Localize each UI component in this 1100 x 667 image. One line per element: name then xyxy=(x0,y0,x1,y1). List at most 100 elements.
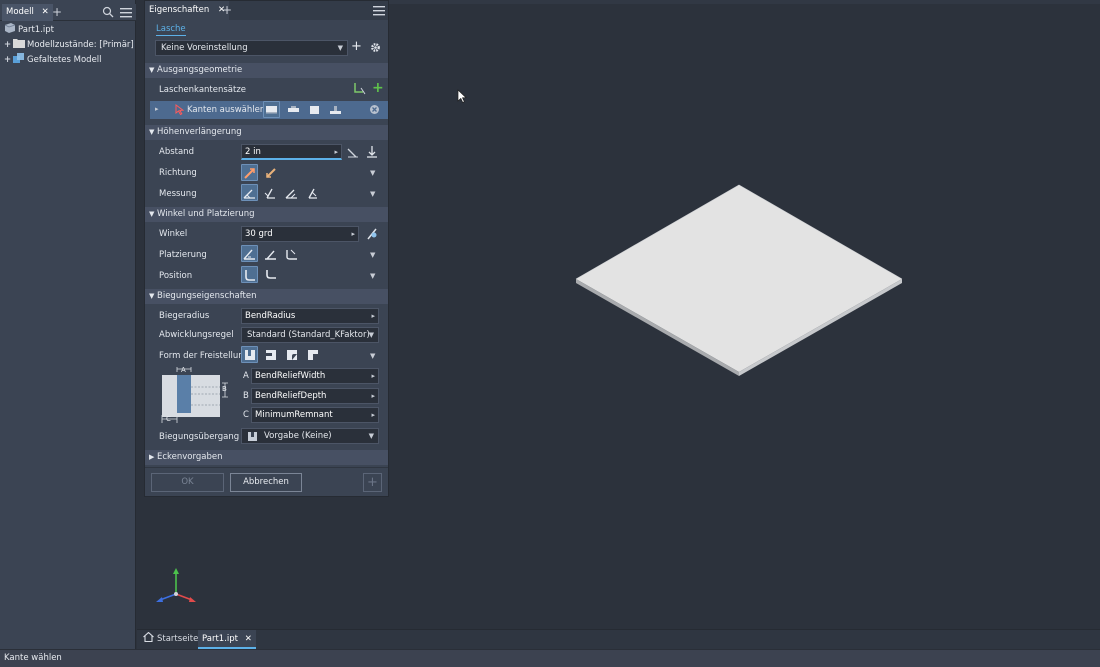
param-b-letter: B xyxy=(243,391,249,401)
chevron-right-icon[interactable]: ▸ xyxy=(371,389,375,403)
section-corner[interactable]: ▶ Eckenvorgaben xyxy=(145,450,388,465)
param-c-value: MinimumRemnant xyxy=(255,410,333,420)
expand-icon[interactable]: + xyxy=(4,53,13,67)
collapse-icon: ▼ xyxy=(149,292,155,300)
select-arrow-icon xyxy=(175,104,185,116)
chevron-right-icon[interactable]: ▸ xyxy=(371,309,375,323)
chevron-right-icon[interactable]: ▸ xyxy=(334,145,338,159)
preset-dropdown[interactable]: Keine Voreinstellung ▼ xyxy=(155,40,348,56)
chevron-down-icon: ▼ xyxy=(368,331,374,339)
gear-icon[interactable] xyxy=(370,42,381,53)
chevron-down-icon[interactable]: ▼ xyxy=(370,352,375,360)
measure-distance-icon[interactable] xyxy=(347,146,359,158)
angle-reference-icon[interactable] xyxy=(366,227,378,240)
tree-item-model-states[interactable]: + Modellzustände: [Primär] xyxy=(4,38,134,52)
position-2-icon[interactable] xyxy=(262,266,279,283)
measure-2-icon[interactable] xyxy=(262,184,279,201)
expand-icon[interactable]: + xyxy=(4,38,13,52)
flip-side-icon[interactable] xyxy=(366,146,378,158)
bend-radius-label: Biegeradius xyxy=(159,311,210,321)
status-text: Kante wählen xyxy=(4,653,62,663)
chevron-down-icon[interactable]: ▼ xyxy=(370,169,375,177)
graphics-viewport[interactable] xyxy=(389,4,1100,629)
chevron-right-icon[interactable]: ▸ xyxy=(351,227,355,241)
clear-selection-icon[interactable] xyxy=(369,104,380,115)
measure-4-icon[interactable] xyxy=(304,184,321,201)
tab-home[interactable]: Startseite xyxy=(139,630,202,649)
expand-icon[interactable]: ▸ xyxy=(155,105,159,113)
add-edge-set-icon[interactable]: + xyxy=(372,80,384,96)
collapse-icon: ▼ xyxy=(149,128,155,136)
chevron-down-icon[interactable]: ▼ xyxy=(370,190,375,198)
loop-mode-icon[interactable] xyxy=(285,101,302,118)
section-height-extent[interactable]: ▼ Höhenverlängerung xyxy=(145,125,388,140)
apply-add-icon[interactable]: + xyxy=(363,473,382,492)
section-input-geometry[interactable]: ▼ Ausgangsgeometrie xyxy=(145,63,388,78)
tab-model-label: Modell xyxy=(6,7,34,17)
chevron-right-icon[interactable]: ▸ xyxy=(371,369,375,383)
relief-shape-3-icon[interactable] xyxy=(283,346,300,363)
search-icon[interactable] xyxy=(102,6,114,18)
tree-item-part[interactable]: Part1.ipt xyxy=(4,23,54,37)
measure-1-icon[interactable] xyxy=(241,184,258,201)
expand-icon: ▶ xyxy=(149,453,155,461)
add-preset-icon[interactable]: + xyxy=(351,39,362,55)
tree-item-folded-model[interactable]: + Gefaltetes Modell xyxy=(4,53,102,67)
relief-shape-4-icon[interactable] xyxy=(304,346,321,363)
placement-2-icon[interactable] xyxy=(262,245,279,262)
diagram-label-a: A xyxy=(181,366,186,374)
unfold-rule-label: Abwicklungsregel xyxy=(159,330,234,340)
placement-3-icon[interactable] xyxy=(283,245,300,262)
close-icon[interactable]: ✕ xyxy=(245,634,252,644)
param-b-input[interactable]: BendReliefDepth ▸ xyxy=(251,388,379,404)
select-edges-row[interactable]: ▸ Kanten auswählen xyxy=(150,101,388,119)
add-tab-icon[interactable]: + xyxy=(222,1,232,20)
placement-1-icon[interactable] xyxy=(241,245,258,262)
chevron-down-icon[interactable]: ▼ xyxy=(370,251,375,259)
distance-input[interactable]: 2 in ▸ xyxy=(241,144,342,160)
chevron-down-icon[interactable]: ▼ xyxy=(370,272,375,280)
close-icon[interactable]: ✕ xyxy=(42,7,49,17)
tab-part1-label: Part1.ipt xyxy=(202,634,238,644)
chevron-right-icon[interactable]: ▸ xyxy=(371,408,375,422)
transition-icon xyxy=(247,431,258,442)
folder-icon xyxy=(13,38,25,48)
param-c-input[interactable]: MinimumRemnant ▸ xyxy=(251,407,379,423)
direction-2-icon[interactable] xyxy=(262,164,279,181)
ok-button[interactable]: OK xyxy=(151,473,224,492)
relief-shape-1-icon[interactable] xyxy=(241,346,258,363)
measure-3-icon[interactable] xyxy=(283,184,300,201)
bend-transition-dropdown[interactable]: Vorgabe (Keine) ▼ xyxy=(241,428,379,444)
edge-set-icon[interactable] xyxy=(353,82,367,95)
face-mode-icon[interactable] xyxy=(306,101,323,118)
section-bend-properties[interactable]: ▼ Biegungseigenschaften xyxy=(145,289,388,304)
param-b-value: BendReliefDepth xyxy=(255,391,327,401)
section-angle-placement[interactable]: ▼ Winkel und Platzierung xyxy=(145,207,388,222)
edge-sets-label: Laschenkantensätze xyxy=(159,85,247,95)
param-a-letter: A xyxy=(243,371,249,381)
menu-icon[interactable] xyxy=(120,7,132,18)
cancel-button[interactable]: Abbrechen xyxy=(230,473,302,492)
unfold-rule-dropdown[interactable]: Standard (Standard_KFaktor) ▼ xyxy=(241,327,379,343)
tab-model[interactable]: Modell ✕ xyxy=(2,4,53,21)
angle-input[interactable]: 30 grd ▸ xyxy=(241,226,359,242)
tree-item-label: Part1.ipt xyxy=(18,25,54,35)
sheet-metal-plate[interactable] xyxy=(389,4,1100,629)
section-title: Winkel und Platzierung xyxy=(157,209,255,219)
direction-1-icon[interactable] xyxy=(241,164,258,181)
tab-properties[interactable]: Eigenschaften ✕ xyxy=(145,1,230,20)
tab-part1[interactable]: Part1.ipt ✕ xyxy=(198,630,256,649)
edge-mode-icon[interactable] xyxy=(263,101,280,118)
tab-properties-label: Eigenschaften xyxy=(149,5,210,15)
bend-radius-input[interactable]: BendRadius ▸ xyxy=(241,308,379,324)
profile-mode-icon[interactable] xyxy=(327,101,344,118)
add-tab-icon[interactable]: + xyxy=(52,4,62,21)
chevron-down-icon: ▼ xyxy=(337,44,343,52)
document-tabbar: Startseite Part1.ipt ✕ xyxy=(137,629,1100,649)
menu-icon[interactable] xyxy=(373,5,385,16)
relief-shape-2-icon[interactable] xyxy=(262,346,279,363)
section-title: Biegungseigenschaften xyxy=(157,291,257,301)
position-1-icon[interactable] xyxy=(241,266,258,283)
feature-tab-flange[interactable]: Lasche xyxy=(156,24,186,36)
param-a-input[interactable]: BendReliefWidth ▸ xyxy=(251,368,379,384)
